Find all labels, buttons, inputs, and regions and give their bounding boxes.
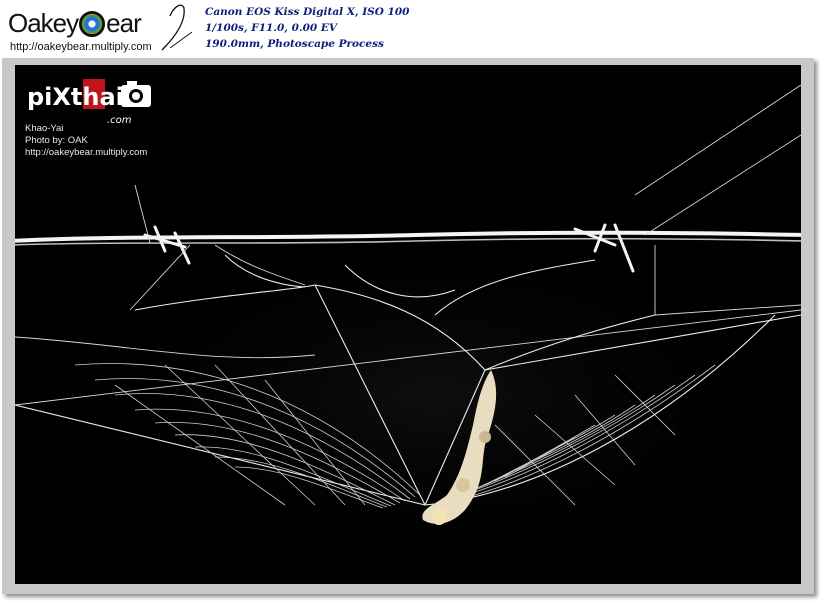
watermark-url: http://oakeybear.multiply.com [25,147,148,158]
exif-line-exposure: 1/100s, F11.0, 0.00 EV [205,22,337,34]
brand-url: http://oakeybear.multiply.com [10,41,152,53]
logo-part-oakey: Oakey [8,8,79,38]
swoosh-icon [161,4,193,51]
photo-frame: piXthai .com Khao-Yai Photo by: OAK http… [2,58,814,594]
logo-part-ear: ear [106,8,142,38]
pixthai-logo-text: piXthai [27,83,124,111]
camera-lens-icon [79,10,106,37]
exif-line-camera: Canon EOS Kiss Digital X, ISO 100 [205,6,410,18]
pixthai-logo: piXthai .com [27,79,151,126]
logo-wordmark: Oakey ear [8,8,142,39]
photo: piXthai .com Khao-Yai Photo by: OAK http… [15,65,801,584]
watermark-location: Khao-Yai [25,123,64,134]
header-banner: Oakey ear http://oakeybear.multiply.com C… [0,0,820,58]
oakeybear-logo: Oakey ear http://oakeybear.multiply.com [6,2,196,56]
watermark-credit: Photo by: OAK [25,135,88,146]
spider-web-scene [15,65,801,584]
exif-info: Canon EOS Kiss Digital X, ISO 100 1/100s… [205,4,409,52]
pixthai-logo-suffix: .com [107,115,132,126]
exif-line-lens: 190.0mm, Photoscape Process [205,38,384,50]
camera-icon [121,81,151,107]
